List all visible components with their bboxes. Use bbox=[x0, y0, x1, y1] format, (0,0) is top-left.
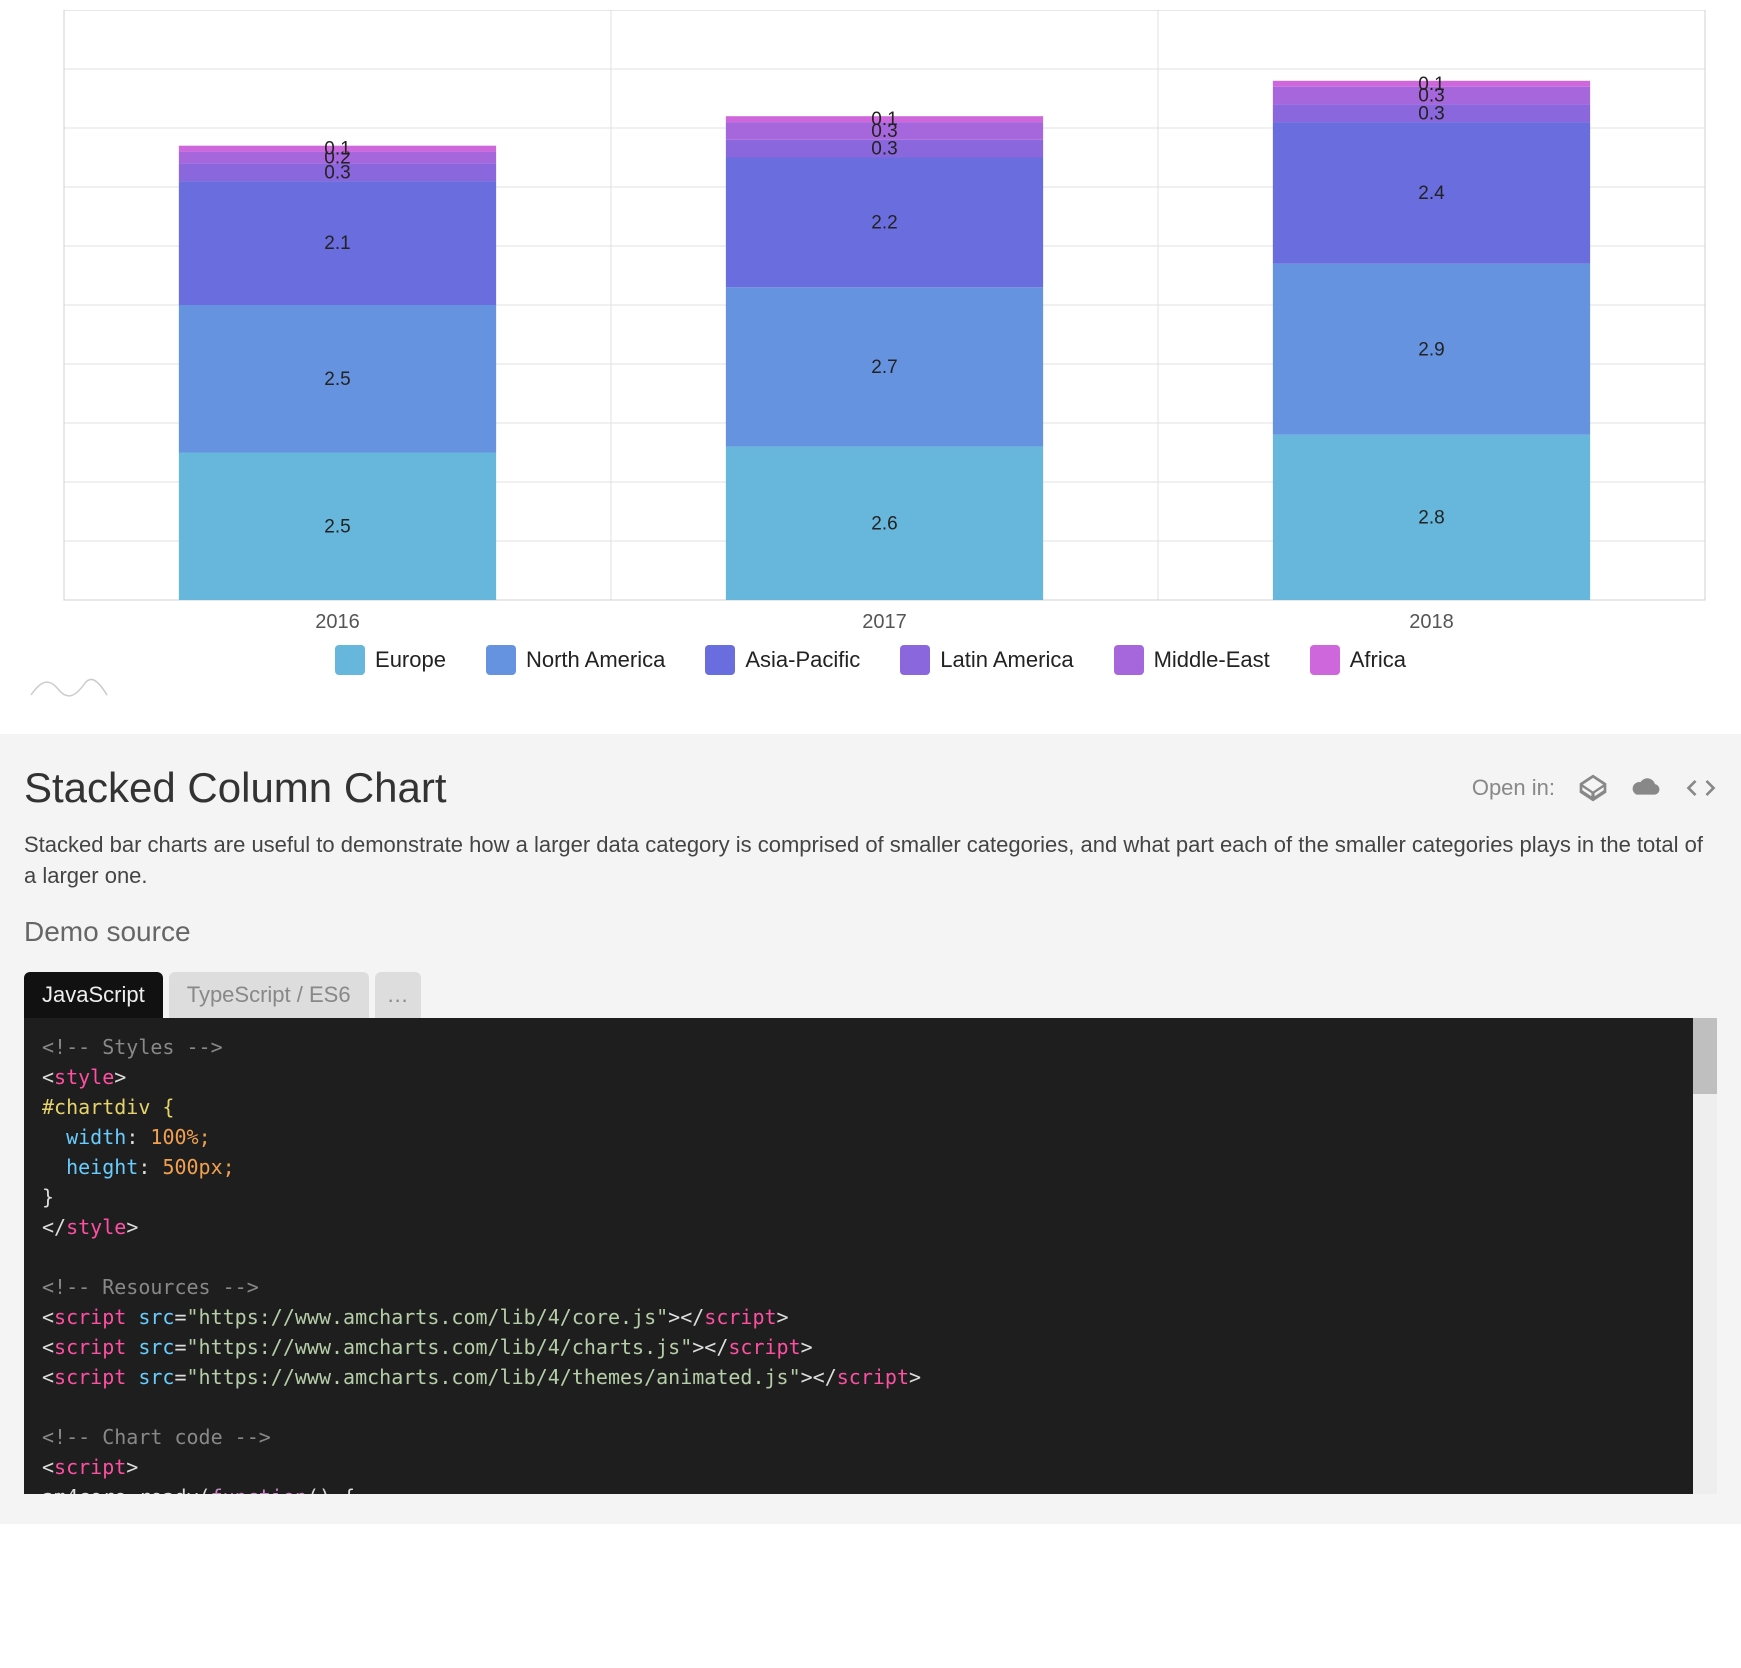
legend-label: Latin America bbox=[940, 647, 1073, 673]
page-title: Stacked Column Chart bbox=[24, 764, 447, 812]
tab-javascript[interactable]: JavaScript bbox=[24, 972, 163, 1018]
chart-canvas[interactable]: 2.52.52.10.30.20.120162.62.72.20.30.30.1… bbox=[20, 10, 1721, 635]
source-code[interactable]: <!-- Styles --> <style> #chartdiv { widt… bbox=[24, 1018, 1717, 1494]
svg-text:2.8: 2.8 bbox=[1418, 507, 1444, 528]
amcharts-watermark-icon[interactable] bbox=[30, 675, 1731, 704]
svg-text:0.1: 0.1 bbox=[324, 139, 350, 160]
legend-label: Middle-East bbox=[1154, 647, 1270, 673]
article-description: Stacked bar charts are useful to demonst… bbox=[24, 830, 1717, 892]
legend-item[interactable]: Asia-Pacific bbox=[705, 645, 860, 675]
legend-swatch bbox=[1114, 645, 1144, 675]
svg-text:2.1: 2.1 bbox=[324, 233, 350, 254]
legend-swatch bbox=[1310, 645, 1340, 675]
scrollbar-thumb[interactable] bbox=[1693, 1018, 1717, 1094]
svg-text:2.7: 2.7 bbox=[871, 357, 897, 378]
svg-text:2.6: 2.6 bbox=[871, 513, 897, 534]
code-panel: <!-- Styles --> <style> #chartdiv { widt… bbox=[24, 1018, 1717, 1494]
legend-swatch bbox=[486, 645, 516, 675]
svg-text:2017: 2017 bbox=[862, 611, 907, 633]
article-panel: Stacked Column Chart Open in: Stacked ba… bbox=[0, 734, 1741, 1524]
jsfiddle-icon[interactable] bbox=[1631, 772, 1663, 804]
legend-item[interactable]: Latin America bbox=[900, 645, 1073, 675]
open-in-label: Open in: bbox=[1472, 775, 1555, 801]
svg-text:2.2: 2.2 bbox=[871, 212, 897, 233]
svg-text:2018: 2018 bbox=[1409, 611, 1454, 633]
code-tabs: JavaScript TypeScript / ES6 … bbox=[24, 972, 1717, 1018]
legend-item[interactable]: Europe bbox=[335, 645, 446, 675]
svg-text:0.1: 0.1 bbox=[1418, 74, 1444, 95]
open-in-group: Open in: bbox=[1472, 772, 1717, 804]
stacked-column-chart: 2.52.52.10.30.20.120162.62.72.20.30.30.1… bbox=[0, 0, 1741, 734]
legend-item[interactable]: Africa bbox=[1310, 645, 1406, 675]
code-icon[interactable] bbox=[1685, 772, 1717, 804]
tab-typescript[interactable]: TypeScript / ES6 bbox=[169, 972, 369, 1018]
demo-source-heading: Demo source bbox=[24, 916, 1717, 948]
legend-swatch bbox=[335, 645, 365, 675]
svg-text:2.5: 2.5 bbox=[324, 516, 350, 537]
svg-text:2.9: 2.9 bbox=[1418, 339, 1444, 360]
legend-label: Asia-Pacific bbox=[745, 647, 860, 673]
tab-more[interactable]: … bbox=[375, 972, 421, 1018]
legend-label: Europe bbox=[375, 647, 446, 673]
svg-text:0.1: 0.1 bbox=[871, 109, 897, 130]
legend-swatch bbox=[900, 645, 930, 675]
legend-label: Africa bbox=[1350, 647, 1406, 673]
codepen-icon[interactable] bbox=[1577, 772, 1609, 804]
legend-item[interactable]: Middle-East bbox=[1114, 645, 1270, 675]
svg-text:2.4: 2.4 bbox=[1418, 183, 1445, 204]
svg-text:2016: 2016 bbox=[315, 611, 360, 633]
legend-item[interactable]: North America bbox=[486, 645, 665, 675]
legend-label: North America bbox=[526, 647, 665, 673]
code-scrollbar[interactable] bbox=[1693, 1018, 1717, 1494]
svg-text:2.5: 2.5 bbox=[324, 369, 350, 390]
legend-swatch bbox=[705, 645, 735, 675]
